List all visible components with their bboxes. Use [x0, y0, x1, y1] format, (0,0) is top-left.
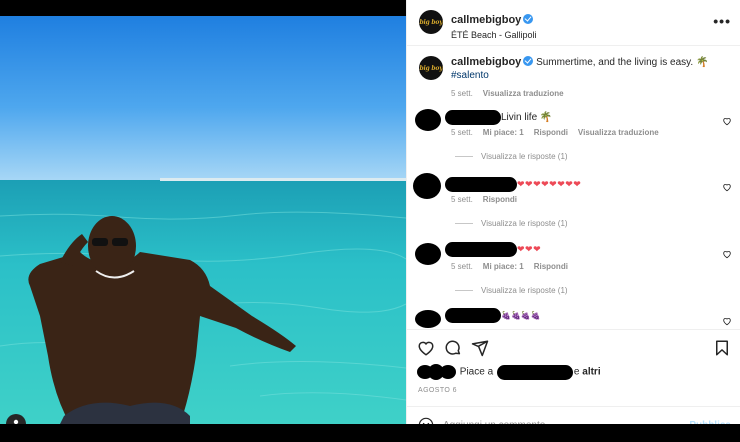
comment-like-heart-icon[interactable]	[722, 316, 732, 326]
post-date[interactable]: AGOSTO 6	[418, 387, 457, 394]
post-side-panel: big boy callmebigboy ÉTÉ Beach - Gallipo…	[406, 0, 740, 442]
comment-row: ❤❤❤❤❤❤❤❤	[445, 177, 581, 192]
caption-time: 5 sett.	[451, 89, 473, 98]
commenter-avatar[interactable]	[415, 243, 441, 265]
view-replies-link[interactable]: Visualizza le risposte (1)	[455, 219, 568, 228]
comment-text: ❤❤❤	[517, 244, 542, 255]
post-header: big boy callmebigboy ÉTÉ Beach - Gallipo…	[407, 0, 740, 46]
liker-avatars[interactable]	[417, 364, 457, 380]
comment-meta: 5 sett. Rispondi	[451, 195, 517, 204]
comment-like-heart-icon[interactable]	[722, 249, 732, 259]
caption-meta: 5 sett. Visualizza traduzione	[451, 87, 731, 100]
comment-text: Livin life 🌴	[501, 112, 553, 124]
caption-avatar[interactable]: big boy	[419, 56, 443, 80]
caption-translate-link[interactable]: Visualizza traduzione	[483, 89, 564, 98]
bottom-strip	[0, 424, 740, 442]
post-location[interactable]: ÉTÉ Beach - Gallipoli	[451, 30, 537, 40]
translate-link[interactable]: Visualizza traduzione	[578, 128, 659, 137]
reply-button[interactable]: Rispondi	[483, 195, 517, 204]
comment-meta: 5 sett. Mi piace: 1 Rispondi	[451, 262, 568, 271]
comment-time: 5 sett.	[451, 262, 473, 271]
comment-text: 🍇🍇🍇🍇	[501, 311, 541, 321]
redacted-username[interactable]	[445, 242, 517, 257]
post-photo	[0, 16, 406, 424]
caption-text: Summertime, and the living is easy. 🌴	[536, 57, 709, 68]
comment-text: ❤❤❤❤❤❤❤❤	[517, 179, 582, 190]
bookmark-icon[interactable]	[713, 339, 731, 357]
commenter-avatar[interactable]	[415, 109, 441, 131]
view-replies-link[interactable]: Visualizza le risposte (1)	[455, 152, 568, 161]
commenter-avatar[interactable]	[413, 173, 441, 199]
redacted-liker[interactable]	[496, 364, 573, 380]
redacted-username[interactable]	[445, 308, 501, 323]
avatar-logo: big boy	[419, 18, 443, 26]
likes-prefix: Piace a	[459, 366, 494, 378]
comment-likes[interactable]: Mi piace: 1	[483, 262, 524, 271]
verified-icon	[523, 56, 534, 66]
comment-like-heart-icon[interactable]	[722, 116, 732, 126]
likes-conj: e	[573, 366, 580, 378]
more-options-button[interactable]: •••	[713, 13, 731, 29]
comment-meta: 5 sett. Mi piace: 1 Rispondi Visualizza tra…	[451, 128, 659, 137]
comment-like-heart-icon[interactable]	[722, 182, 732, 192]
redacted-username[interactable]	[445, 110, 501, 125]
action-bar	[407, 329, 740, 365]
comments-list: big boy callmebigboy Summertime, and the…	[407, 47, 740, 329]
author-avatar[interactable]: big boy	[419, 10, 443, 34]
comment-row: Livin life 🌴	[445, 110, 552, 125]
author-username[interactable]: callmebigboy	[451, 14, 521, 26]
comment-time: 5 sett.	[451, 128, 473, 137]
comment-time: 5 sett.	[451, 195, 473, 204]
view-replies-link[interactable]: Visualizza le risposte (1)	[455, 286, 568, 295]
beach-photo-illustration	[0, 16, 406, 424]
verified-icon	[523, 14, 534, 24]
comment-icon[interactable]	[444, 339, 462, 357]
comment-row: ❤❤❤	[445, 242, 541, 257]
comment-row: 🍇🍇🍇🍇	[445, 308, 541, 323]
avatar-logo: big boy	[419, 64, 443, 72]
paper-plane-icon[interactable]	[471, 339, 489, 357]
likes-others-link[interactable]: altri	[582, 367, 600, 378]
reply-button[interactable]: Rispondi	[534, 128, 568, 137]
hashtag-link[interactable]: #salento	[451, 70, 489, 81]
comment-likes[interactable]: Mi piace: 1	[483, 128, 524, 137]
top-strip	[0, 0, 406, 16]
reply-button[interactable]: Rispondi	[534, 262, 568, 271]
commenter-avatar[interactable]	[415, 310, 441, 328]
likes-summary: Piace a e altri	[417, 364, 601, 382]
author-info: callmebigboy ÉTÉ Beach - Gallipoli	[451, 10, 537, 40]
redacted-username[interactable]	[445, 177, 517, 192]
heart-icon[interactable]	[417, 339, 435, 357]
caption: callmebigboy Summertime, and the living …	[451, 56, 731, 100]
caption-username[interactable]: callmebigboy	[451, 56, 521, 68]
